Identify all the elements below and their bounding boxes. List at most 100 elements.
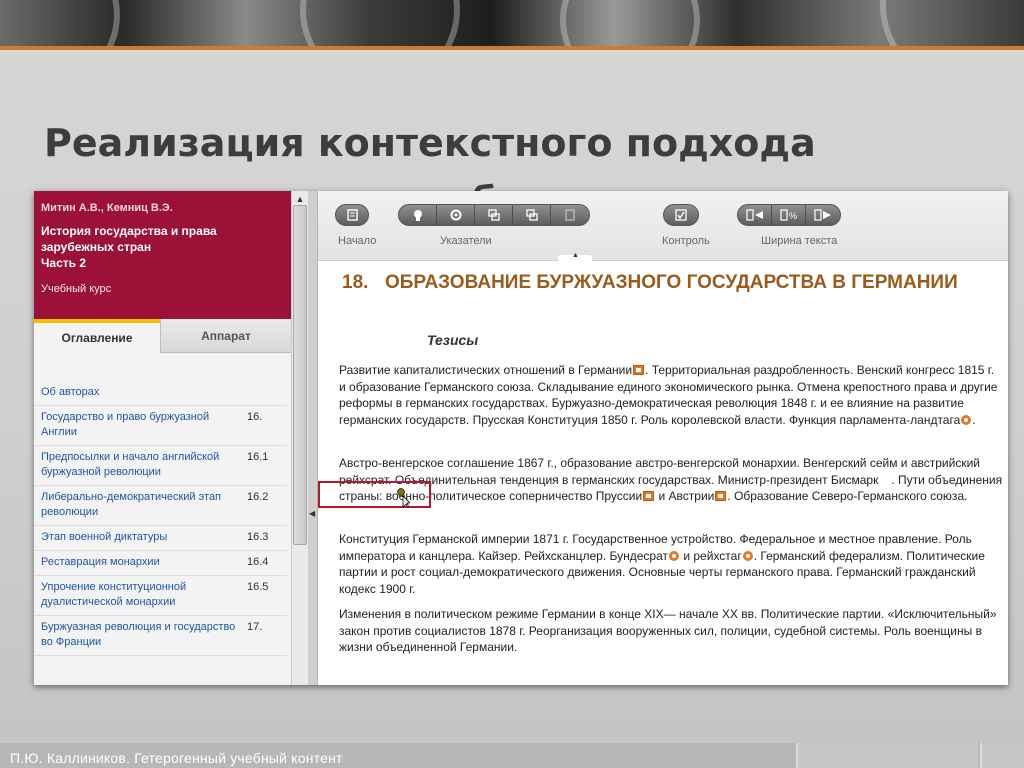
toc-item[interactable]: Буржуазная революция и государство во Фр… bbox=[34, 616, 287, 656]
e-course-window: Митин А.В., Кемниц В.Э. История государс… bbox=[34, 191, 1008, 685]
windows-icon bbox=[487, 209, 500, 221]
toc-item-label: Предпосылки и начало английской буржуазн… bbox=[41, 451, 220, 478]
arrow-left-icon bbox=[745, 209, 763, 221]
terms-pointer-button[interactable] bbox=[437, 205, 475, 225]
text-span: . bbox=[972, 412, 976, 427]
term-link-icon[interactable] bbox=[961, 414, 972, 425]
percent-width-button[interactable]: % bbox=[772, 205, 806, 225]
course-title-line3: Часть 2 bbox=[41, 256, 87, 270]
toc-item[interactable]: Государство и право буржуазной Англии 16… bbox=[34, 406, 287, 446]
term-link-icon[interactable] bbox=[742, 550, 753, 561]
window-link-icon[interactable] bbox=[633, 365, 645, 375]
window-link-icon[interactable] bbox=[643, 491, 655, 502]
control-button[interactable] bbox=[664, 205, 698, 225]
paragraph-1: Развитие капиталистических отношений в Г… bbox=[339, 362, 1003, 428]
windows-icon bbox=[525, 209, 538, 221]
chevron-up-icon: ▲ bbox=[572, 252, 579, 259]
panel-collapse-handle[interactable]: ◀ bbox=[308, 191, 318, 685]
left-panel: Митин А.В., Кемниц В.Э. История государс… bbox=[34, 191, 291, 685]
control-group bbox=[663, 204, 699, 226]
theses-subheading: Тезисы bbox=[427, 332, 479, 348]
toc-item-label: Реставрация монархии bbox=[41, 556, 160, 568]
article-number: 18. bbox=[342, 272, 369, 293]
banner-stripe bbox=[0, 46, 1024, 50]
windows-pointer-button-2[interactable] bbox=[513, 205, 551, 225]
head-icon bbox=[413, 210, 422, 221]
course-kind: Учебный курс bbox=[41, 283, 112, 295]
text-width-label: Ширина текста bbox=[761, 235, 838, 247]
footer-block bbox=[980, 743, 1024, 768]
toc-item-number: 17. bbox=[247, 621, 263, 633]
text-span: . Образование Северо-Германского союза. bbox=[727, 489, 968, 504]
toc-item-label: Либерально-демократический этап революци… bbox=[41, 491, 221, 518]
course-authors: Митин А.В., Кемниц В.Э. bbox=[41, 202, 173, 214]
term-link-icon[interactable] bbox=[669, 550, 680, 561]
gear-icon bbox=[450, 209, 461, 221]
pointers-label: Указатели bbox=[440, 235, 492, 247]
footer-text: П.Ю. Каллиников. Гетерогенный учебный ко… bbox=[10, 750, 343, 766]
svg-text:%: % bbox=[789, 211, 797, 221]
slide-title-line1: Реализация контекстного подхода bbox=[44, 121, 816, 165]
toc-item-number: 16.1 bbox=[247, 451, 269, 463]
persons-pointer-button[interactable] bbox=[399, 205, 437, 225]
start-group bbox=[335, 204, 369, 226]
paragraph-3: Конституция Германской империи 1871 г. Г… bbox=[339, 531, 1003, 597]
toc-item[interactable]: Этап военной диктатуры 16.3 bbox=[34, 526, 287, 551]
highlight-annotation-box bbox=[318, 481, 431, 508]
panel-tabs: Оглавление Аппарат bbox=[34, 319, 291, 353]
home-button[interactable] bbox=[336, 205, 368, 225]
text-span: и рейхстаг bbox=[680, 548, 742, 563]
course-title-line1: История государства и права bbox=[41, 224, 217, 238]
window-link-icon[interactable] bbox=[715, 491, 727, 502]
pointers-group bbox=[398, 204, 590, 226]
toolbar: % Начало Указатели Контроль Ширина текст… bbox=[318, 191, 1008, 262]
article-heading: 18. ОБРАЗОВАНИЕ БУРЖУАЗНОГО ГОСУДАРСТВА … bbox=[342, 270, 982, 296]
left-scrollbar[interactable]: ▲ bbox=[291, 191, 308, 685]
widen-text-button[interactable] bbox=[806, 205, 840, 225]
toc-item-number bbox=[247, 385, 281, 400]
mouse-cursor-icon bbox=[397, 488, 410, 508]
text-width-group: % bbox=[737, 204, 841, 226]
arrow-right-icon bbox=[814, 209, 831, 221]
paragraph-4: Изменения в политическом режиме Германии… bbox=[339, 607, 997, 655]
scrollbar-thumb[interactable] bbox=[293, 205, 307, 545]
percent-icon: % bbox=[779, 209, 797, 221]
text-span: и Австрии bbox=[655, 489, 715, 504]
toc-item[interactable]: Реставрация монархии 16.4 bbox=[34, 551, 287, 576]
toc-item-number: 16. bbox=[247, 411, 263, 423]
course-title-line2: зарубежных стран bbox=[41, 240, 152, 254]
toc-item-number: 16.2 bbox=[247, 491, 269, 503]
tab-apparatus[interactable]: Аппарат bbox=[160, 319, 291, 353]
course-title: История государства и права зарубежных с… bbox=[41, 223, 284, 271]
toc-item[interactable]: Предпосылки и начало английской буржуазн… bbox=[34, 446, 287, 486]
start-label: Начало bbox=[338, 235, 377, 247]
toolbar-toggle[interactable]: ▲ bbox=[558, 252, 592, 262]
toc-item-number: 16.3 bbox=[247, 531, 269, 543]
toc-item-number: 16.5 bbox=[247, 581, 269, 593]
file-icon bbox=[565, 209, 575, 221]
text-span: Развитие капиталистических отношений в Г… bbox=[339, 363, 633, 377]
page-icon bbox=[346, 209, 358, 221]
toc-item-label: Упрочение конституционной дуалистической… bbox=[41, 581, 187, 608]
tab-contents[interactable]: Оглавление bbox=[34, 319, 160, 353]
toc-item-number: 16.4 bbox=[247, 556, 269, 568]
check-icon bbox=[675, 209, 687, 221]
toc-item-label: Этап военной диктатуры bbox=[41, 531, 168, 543]
text-span: Австро-венгерское соглашение 1867 г., об… bbox=[339, 456, 980, 487]
article-content: 18. ОБРАЗОВАНИЕ БУРЖУАЗНОГО ГОСУДАРСТВА … bbox=[318, 262, 1008, 685]
slide-footer: П.Ю. Каллиников. Гетерогенный учебный ко… bbox=[0, 743, 1024, 768]
control-label: Контроль bbox=[662, 235, 710, 247]
course-header: Митин А.В., Кемниц В.Э. История государс… bbox=[34, 191, 291, 319]
article-title: ОБРАЗОВАНИЕ БУРЖУАЗНОГО ГОСУДАРСТВА В ГЕ… bbox=[385, 272, 958, 293]
documents-pointer-button[interactable] bbox=[551, 205, 589, 225]
scroll-up-icon[interactable]: ▲ bbox=[294, 194, 306, 204]
toc-item-authors[interactable]: Об авторах bbox=[34, 381, 287, 406]
collapse-arrow-icon: ◀ bbox=[309, 509, 316, 518]
table-of-contents: Об авторах Государство и право буржуазно… bbox=[34, 381, 287, 656]
toc-item[interactable]: Либерально-демократический этап революци… bbox=[34, 486, 287, 526]
toc-item[interactable]: Упрочение конституционной дуалистической… bbox=[34, 576, 287, 616]
footer-block bbox=[796, 743, 978, 768]
paragraph-2: Австро-венгерское соглашение 1867 г., об… bbox=[339, 455, 1003, 505]
narrow-text-button[interactable] bbox=[738, 205, 772, 225]
windows-pointer-button[interactable] bbox=[475, 205, 513, 225]
